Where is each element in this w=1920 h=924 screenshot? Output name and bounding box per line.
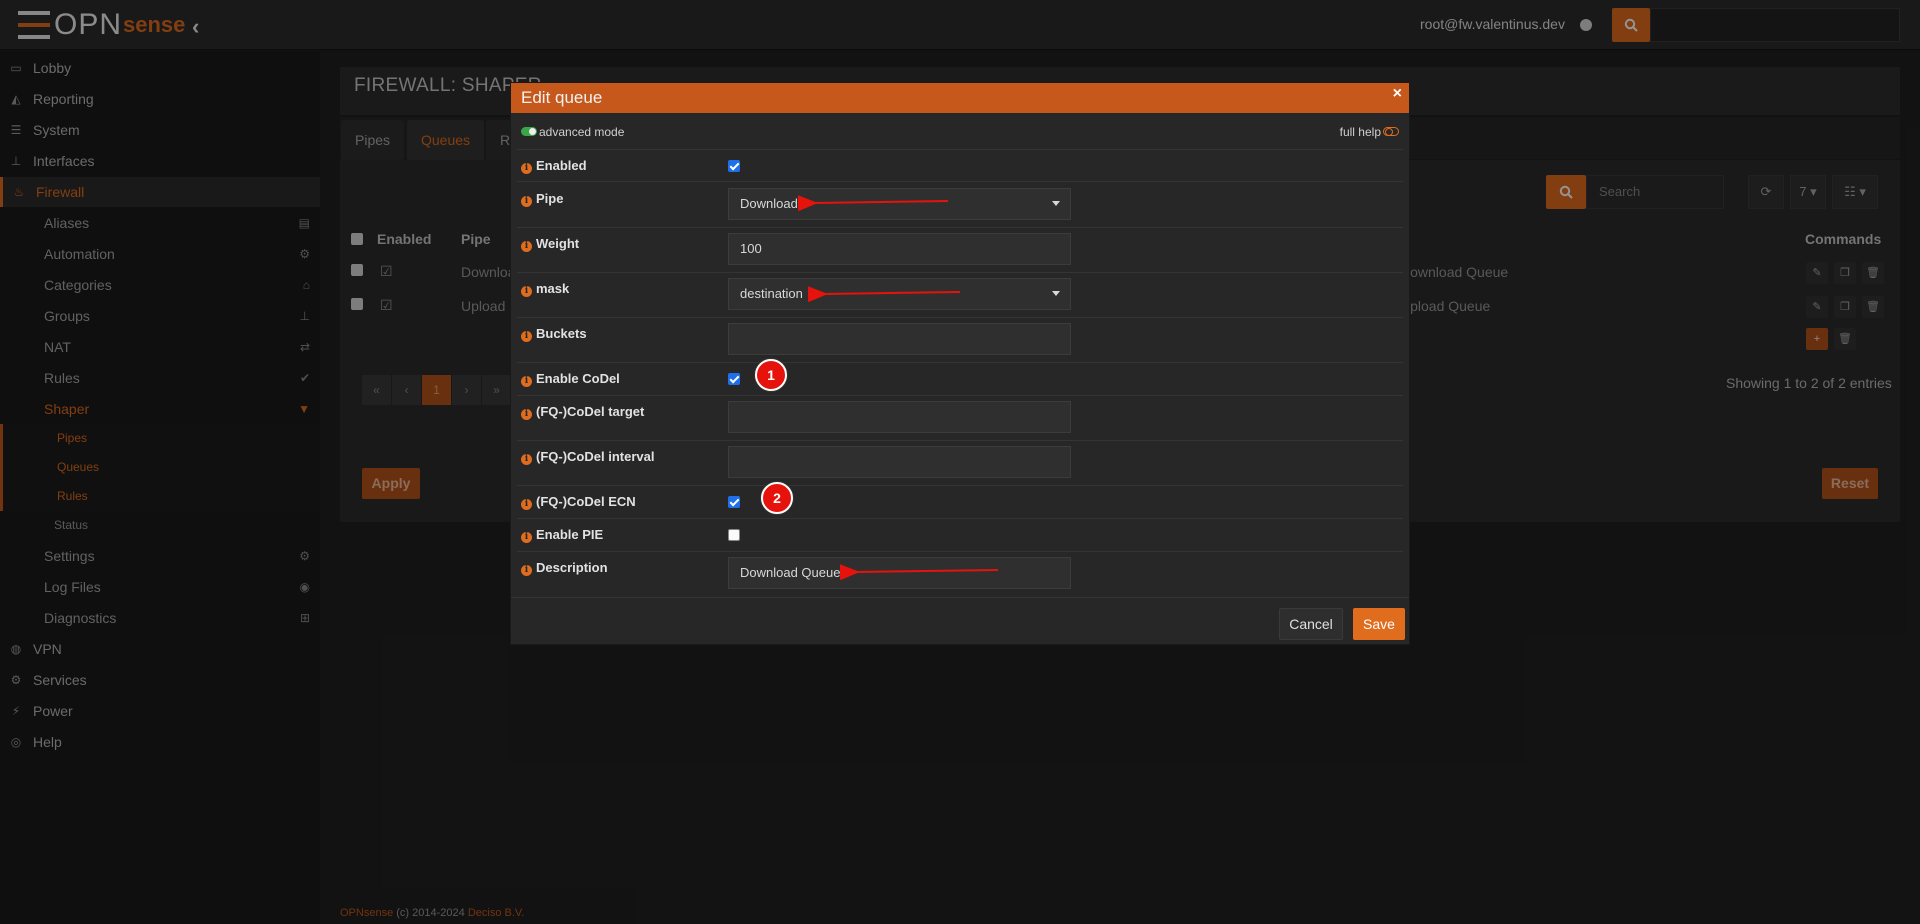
label-text: (FQ-)CoDel interval [536,449,655,464]
cancel-button[interactable]: Cancel [1279,608,1343,640]
field-label-buckets: i Buckets [521,326,587,342]
info-icon[interactable]: i [521,163,532,174]
info-icon[interactable]: i [521,409,532,420]
field-label-mask: i mask [521,281,569,297]
caret-down-icon [1052,291,1060,296]
row-divider [517,317,1403,318]
info-icon[interactable]: i [521,454,532,465]
row-divider [517,227,1403,228]
field-label-enable-codel: i Enable CoDel [521,371,620,387]
info-icon[interactable]: i [521,532,532,543]
weight-input[interactable]: 100 [728,233,1071,265]
codel-target-input[interactable] [728,401,1071,433]
label-text: Enable CoDel [536,371,620,386]
row-divider [517,440,1403,441]
label-text: mask [536,281,570,296]
pipe-select[interactable]: Download [728,188,1071,220]
full-help-toggle[interactable]: full help [1340,125,1399,139]
field-label-enable-pie: i Enable PIE [521,527,603,543]
row-divider [517,362,1403,363]
annotation-callout-2: 2 [761,482,793,514]
label-text: Weight [536,236,580,251]
label-text: Enable PIE [536,527,604,542]
field-label-weight: i Weight [521,236,579,252]
row-divider [517,149,1403,150]
buckets-input[interactable] [728,323,1071,355]
toggle-on-icon [521,127,537,136]
field-label-enabled: i Enabled [521,158,587,174]
toggle-off-icon [1383,127,1399,136]
row-divider [517,551,1403,552]
row-divider [517,272,1403,273]
close-icon[interactable]: × [1393,85,1402,103]
info-icon[interactable]: i [521,331,532,342]
pipe-selected-value: Download [740,196,798,211]
label-text: Enabled [536,158,587,173]
row-divider [517,181,1403,182]
field-label-codel-ecn: i (FQ-)CoDel ECN [521,494,636,510]
modal-footer-divider [511,597,1409,598]
info-icon[interactable]: i [521,499,532,510]
label-text: (FQ-)CoDel target [536,404,645,419]
advanced-mode-label: advanced mode [539,125,625,139]
field-label-codel-interval: i (FQ-)CoDel interval [521,449,654,465]
label-text: Pipe [536,191,564,206]
full-help-label: full help [1339,125,1381,139]
info-icon[interactable]: i [521,376,532,387]
advanced-mode-toggle[interactable]: advanced mode [521,125,624,139]
save-button[interactable]: Save [1353,608,1405,640]
modal-title: Edit queue [521,88,603,107]
info-icon[interactable]: i [521,196,532,207]
label-text: (FQ-)CoDel ECN [536,494,636,509]
row-divider [517,518,1403,519]
enable-codel-checkbox[interactable] [728,373,740,385]
annotation-callout-1: 1 [755,359,787,391]
info-icon[interactable]: i [521,241,532,252]
row-divider [517,395,1403,396]
modal-header: Edit queue × [511,83,1409,113]
mask-select[interactable]: destination [728,278,1071,310]
codel-ecn-checkbox[interactable] [728,496,740,508]
caret-down-icon [1052,201,1060,206]
edit-queue-dialog: Edit queue × advanced mode full help i En… [510,82,1410,645]
info-icon[interactable]: i [521,286,532,297]
field-label-description: i Description [521,560,608,576]
field-label-pipe: i Pipe [521,191,563,207]
description-input[interactable]: Download Queue [728,557,1071,589]
mask-selected-value: destination [740,286,803,301]
enable-pie-checkbox[interactable] [728,529,740,541]
codel-interval-input[interactable] [728,446,1071,478]
row-divider [517,485,1403,486]
field-label-codel-target: i (FQ-)CoDel target [521,404,644,420]
enabled-checkbox[interactable] [728,160,740,172]
info-icon[interactable]: i [521,565,532,576]
label-text: Buckets [536,326,587,341]
label-text: Description [536,560,608,575]
